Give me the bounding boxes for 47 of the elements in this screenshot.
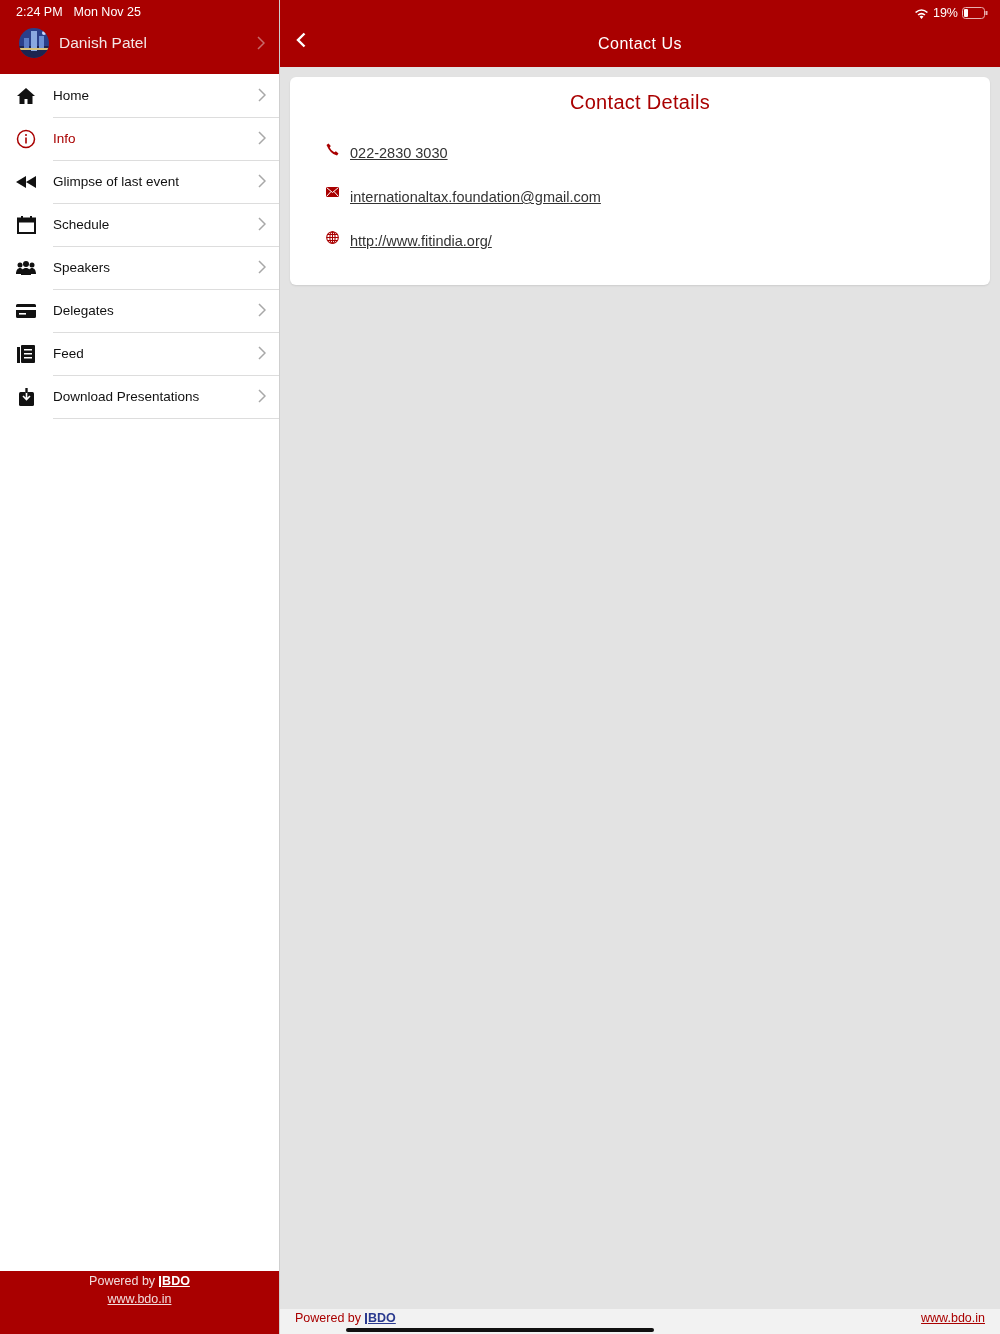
globe-icon (326, 231, 339, 244)
menu-item[interactable]: Home (0, 74, 279, 117)
chevron-icon (258, 303, 266, 317)
battery-percentage: 19% (932, 6, 958, 20)
chevron-icon (258, 131, 266, 145)
profile-name[interactable]: Danish Patel (59, 34, 257, 52)
website-link[interactable]: www.bdo.in (107, 1292, 172, 1306)
bdo-logo: BDO (159, 1274, 190, 1288)
website-link[interactable]: http://www.fitindia.org/ (350, 233, 492, 249)
rewind-icon (16, 175, 36, 188)
page-title: Contact Us (597, 35, 683, 53)
chevron-icon (258, 260, 266, 274)
menu-item[interactable]: Feed (0, 332, 279, 375)
home-icon (17, 86, 35, 105)
status-date: Mon Nov 25 (73, 5, 141, 21)
menu-item[interactable]: Schedule (0, 203, 279, 246)
chevron-icon (258, 389, 266, 403)
menu-item[interactable]: Download Presentations (0, 375, 279, 418)
feed-icon (17, 344, 35, 363)
battery-icon (962, 7, 988, 19)
phone-link[interactable]: 022-2830 3030 (350, 145, 448, 161)
phone-icon (326, 143, 339, 156)
back-icon (296, 32, 306, 48)
menu-item[interactable]: Info (0, 117, 279, 160)
status-time: 2:24 PM (16, 5, 63, 21)
powered-by-text: Powered by (295, 1311, 361, 1326)
menu-item[interactable]: Speakers (0, 246, 279, 289)
wifi-icon (913, 7, 929, 19)
chevron-icon (258, 346, 266, 360)
chevron-icon (258, 88, 266, 102)
email-icon (326, 187, 339, 197)
chevron-icon (257, 36, 265, 50)
card-icon (16, 303, 36, 318)
people-icon (16, 260, 36, 275)
menu-item[interactable]: Delegates (0, 289, 279, 332)
email-link[interactable]: internationaltax.foundation@gmail.com (350, 189, 601, 205)
chevron-icon (258, 174, 266, 188)
menu-item[interactable]: Glimpse of last event (0, 160, 279, 203)
card-title: Contact Details (569, 91, 711, 114)
download-icon (18, 387, 34, 406)
powered-by-text: Powered by (89, 1274, 156, 1288)
bdo-logo: BDO (365, 1311, 396, 1326)
website-link[interactable]: www.bdo.in (921, 1311, 985, 1326)
calendar-icon (16, 215, 36, 234)
back-button[interactable] (296, 32, 306, 48)
chevron-icon (258, 217, 266, 231)
info-icon (16, 128, 36, 149)
